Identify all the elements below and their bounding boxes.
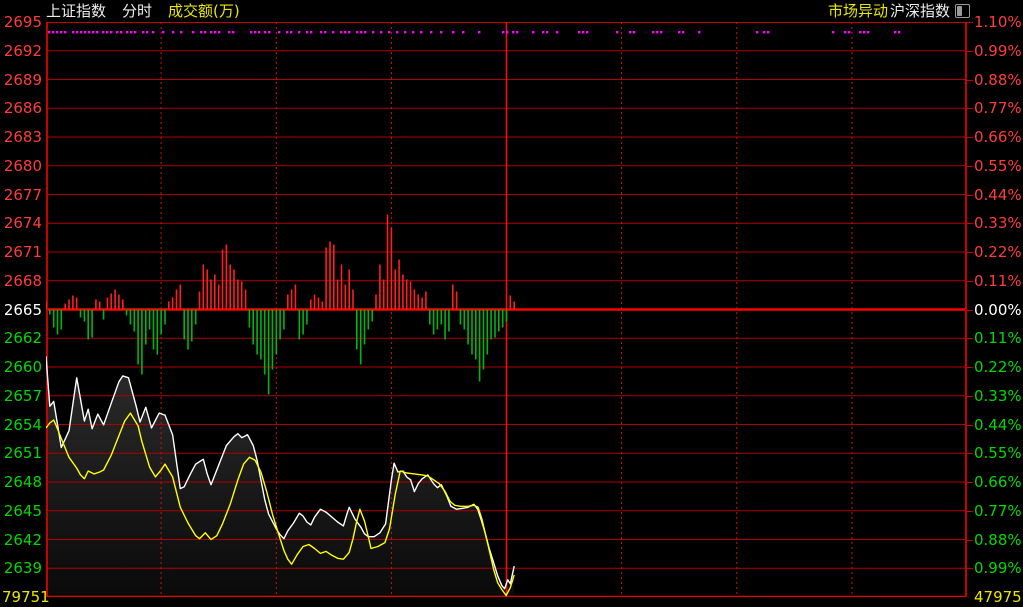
- axis-tick: [967, 51, 973, 52]
- y-axis-price-label: 2642: [0, 531, 42, 549]
- axis-tick: [967, 367, 973, 368]
- y-axis-price-label: 2692: [0, 42, 42, 60]
- axis-tick: [967, 108, 973, 109]
- axis-tick: [967, 425, 973, 426]
- axis-tick: [967, 338, 973, 339]
- axis-tick: [967, 396, 973, 397]
- market-alert-link[interactable]: 市场异动: [828, 2, 888, 20]
- y-axis-price-label: 2660: [0, 358, 42, 376]
- axis-tick: [967, 22, 973, 23]
- axis-tick: [967, 223, 973, 224]
- axis-tick: [967, 568, 973, 569]
- y-axis-percent-label: 0.22%: [974, 243, 1022, 261]
- y-axis-percent-label: 0.88%: [974, 71, 1022, 89]
- axis-tick: [967, 252, 973, 253]
- axis-tick: [967, 511, 973, 512]
- y-axis-percent-label: 0.77%: [974, 99, 1022, 117]
- panel-toggle-icon[interactable]: [955, 4, 970, 18]
- chart-header-right: 市场异动 沪深指数: [828, 2, 970, 20]
- y-axis-percent-label: 0.77%: [974, 502, 1022, 520]
- y-axis-price-label: 2654: [0, 416, 42, 434]
- axis-tick: [967, 281, 973, 282]
- volume-scale-left-label: 79751: [2, 588, 50, 606]
- y-axis-percent-label: 0.33%: [974, 387, 1022, 405]
- axis-tick: [967, 540, 973, 541]
- y-axis-price-label: 2683: [0, 128, 42, 146]
- axis-tick: [967, 195, 973, 196]
- y-axis-price-label: 2657: [0, 387, 42, 405]
- axis-tick: [967, 80, 973, 81]
- y-axis-price-label: 2662: [0, 329, 42, 347]
- hs-index-link[interactable]: 沪深指数: [890, 2, 950, 20]
- app-window: 上证指数 分时 成交额(万) 市场异动 沪深指数 2695 2692 2689 268…: [0, 0, 1023, 607]
- axis-tick: [967, 137, 973, 138]
- y-axis-percent-label: 0.66%: [974, 473, 1022, 491]
- chart-header-left: 上证指数 分时 成交额(万): [46, 2, 240, 20]
- axis-tick: [967, 453, 973, 454]
- y-axis-percent-label: 0.99%: [974, 559, 1022, 577]
- y-axis-price-label: 2671: [0, 243, 42, 261]
- y-axis-percent-label: 0.00%: [974, 301, 1022, 319]
- y-axis-percent-label: 0.11%: [974, 329, 1022, 347]
- y-axis-price-label: 2651: [0, 444, 42, 462]
- y-axis-price-label: 2639: [0, 559, 42, 577]
- intraday-chart-area[interactable]: [46, 22, 967, 597]
- axis-tick: [967, 482, 973, 483]
- axis-tick: [967, 310, 973, 311]
- y-axis-percent-label: 0.66%: [974, 128, 1022, 146]
- intraday-chart-svg: [46, 22, 967, 597]
- tab-intraday[interactable]: 分时: [122, 2, 152, 20]
- y-axis-price-label: 2645: [0, 502, 42, 520]
- y-axis-percent-label: 0.33%: [974, 214, 1022, 232]
- y-axis-price-label: 2648: [0, 473, 42, 491]
- y-axis-price-label: 2695: [0, 13, 42, 31]
- y-axis-price-label: 2677: [0, 186, 42, 204]
- y-axis-price-label: 2668: [0, 272, 42, 290]
- y-axis-price-label: 2665: [0, 301, 42, 319]
- y-axis-percent-label: 0.11%: [974, 272, 1022, 290]
- y-axis-percent-label: 0.99%: [974, 42, 1022, 60]
- y-axis-percent-label: 0.44%: [974, 186, 1022, 204]
- y-axis-percent-label: 0.88%: [974, 531, 1022, 549]
- y-axis-percent-label: 0.22%: [974, 358, 1022, 376]
- y-axis-price-label: 2686: [0, 99, 42, 117]
- volume-scale-right-label: 47975: [974, 588, 1022, 606]
- y-axis-price-label: 2674: [0, 214, 42, 232]
- index-name-label: 上证指数: [46, 2, 106, 20]
- panel-toggle-icon-bar: [957, 6, 962, 16]
- y-axis-percent-label: 0.55%: [974, 444, 1022, 462]
- y-axis-percent-label: 0.55%: [974, 157, 1022, 175]
- axis-tick: [967, 166, 973, 167]
- y-axis-price-label: 2689: [0, 71, 42, 89]
- volume-indicator-label[interactable]: 成交额(万): [168, 2, 240, 20]
- y-axis-price-label: 2680: [0, 157, 42, 175]
- y-axis-percent-label: 0.44%: [974, 416, 1022, 434]
- y-axis-percent-label: 1.10%: [974, 13, 1022, 31]
